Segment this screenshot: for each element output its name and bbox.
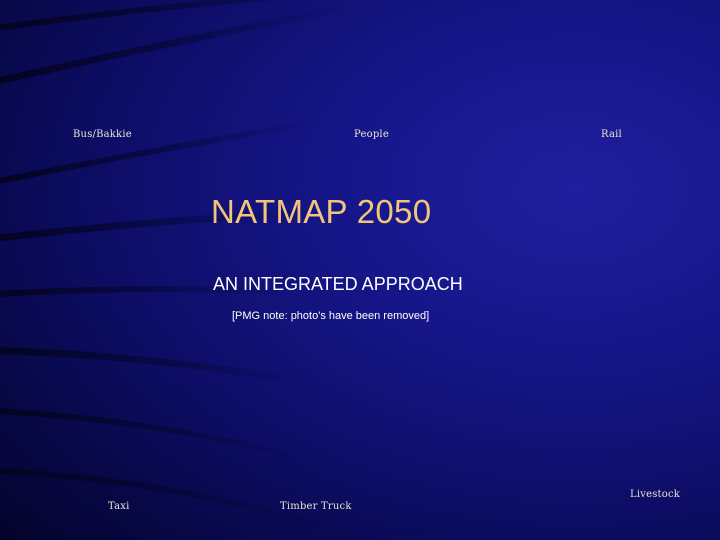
- photo-label-taxi: Taxi: [108, 501, 130, 512]
- swoosh-line: [0, 408, 343, 473]
- presentation-slide: Bus/Bakkie People Rail NATMAP 2050 AN IN…: [0, 0, 720, 540]
- photo-label-timber-truck: Timber Truck: [280, 501, 352, 512]
- slide-note: [PMG note: photo's have been removed]: [232, 310, 430, 322]
- slide-subtitle: AN INTEGRATED APPROACH: [213, 274, 463, 294]
- slide-title: NATMAP 2050: [211, 193, 432, 230]
- photo-label-livestock: Livestock: [630, 489, 681, 500]
- background-swoosh-lines: [0, 0, 375, 540]
- photo-label-rail: Rail: [601, 129, 622, 140]
- swoosh-line: [0, 117, 333, 184]
- swoosh-line: [0, 1, 364, 85]
- photo-label-bus: Bus/Bakkie: [73, 129, 132, 140]
- swoosh-line: [0, 347, 324, 389]
- photo-label-people: People: [354, 129, 389, 140]
